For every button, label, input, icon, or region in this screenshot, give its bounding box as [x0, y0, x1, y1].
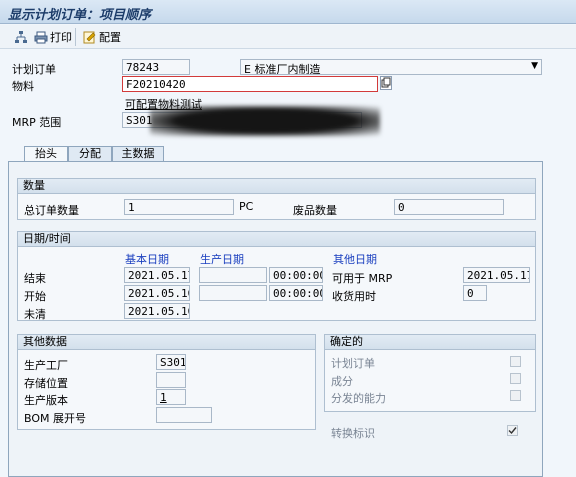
window-title: 显示计划订单：项目顺序 — [8, 8, 152, 23]
firmed-group-title: 确定的 — [325, 335, 535, 350]
production-plant-label: 生产工厂 — [24, 359, 68, 372]
multi-select-button[interactable] — [380, 76, 392, 90]
material-field[interactable]: F20210420 — [122, 76, 378, 92]
start-basic-date: 2021.05.10 — [124, 285, 190, 301]
dates-group: 日期/时间 基本日期 生产日期 其他日期 结束 2021.05.17 00:00… — [17, 231, 536, 321]
conversion-indicator-label: 转换标识 — [331, 427, 375, 440]
firmed-capacity-checkbox[interactable] — [510, 390, 521, 401]
total-quantity-field: 1 — [124, 199, 234, 215]
toolbar-separator — [75, 28, 76, 46]
procurement-type-select[interactable]: E 标准厂内制造 ▼ — [240, 59, 542, 75]
tab-assignment[interactable]: 分配 — [68, 146, 112, 162]
storage-location-label: 存储位置 — [24, 377, 68, 390]
dates-group-title: 日期/时间 — [18, 232, 535, 247]
quantity-group-title: 数量 — [18, 179, 535, 194]
config-icon — [83, 31, 97, 44]
open-label: 未清 — [24, 308, 46, 321]
scrap-quantity-field: 0 — [394, 199, 504, 215]
toolbar: 打印 配置 — [0, 25, 576, 49]
finish-production-time: 00:00:00 — [269, 267, 323, 283]
planned-order-field: 78243 — [122, 59, 190, 75]
other-data-group-title: 其他数据 — [18, 335, 315, 350]
quantity-unit: PC — [239, 200, 254, 213]
hierarchy-icon — [14, 30, 28, 44]
print-button[interactable]: 打印 — [34, 29, 72, 45]
production-dates-header: 生产日期 — [200, 253, 244, 266]
other-data-group: 其他数据 生产工厂 S301 存储位置 生产版本 1 BOM 展开号 — [17, 334, 316, 430]
quantity-group: 数量 总订单数量 1 PC 废品数量 0 — [17, 178, 536, 220]
bom-explosion-label: BOM 展开号 — [24, 412, 86, 425]
checkmark-icon — [508, 427, 517, 435]
firmed-planned-order-checkbox[interactable] — [510, 356, 521, 367]
basic-dates-header: 基本日期 — [125, 253, 169, 266]
other-dates-header: 其他日期 — [333, 253, 377, 266]
production-version-label: 生产版本 — [24, 394, 68, 407]
tab-panel: 数量 总订单数量 1 PC 废品数量 0 日期/时间 基本日期 生产日期 其他日… — [8, 161, 543, 477]
config-label: 配置 — [99, 31, 121, 44]
bom-explosion-field — [156, 407, 212, 423]
production-version-field: 1 — [156, 389, 186, 405]
finish-label: 结束 — [24, 272, 46, 285]
finish-basic-date: 2021.05.17 — [124, 267, 190, 283]
tab-master-data[interactable]: 主数据 — [112, 146, 164, 162]
gr-time-field: 0 — [463, 285, 487, 301]
production-plant-field: S301 — [156, 354, 186, 370]
planned-order-label: 计划订单 — [12, 63, 56, 76]
procurement-type-value: E 标准厂内制造 — [244, 63, 321, 75]
gr-time-label: 收货用时 — [332, 290, 376, 303]
firmed-capacity-label: 分发的能力 — [331, 392, 386, 405]
title-bar: 显示计划订单：项目顺序 — [0, 0, 576, 24]
redacted-scribble — [150, 106, 380, 136]
firmed-planned-order-label: 计划订单 — [331, 357, 375, 370]
hierarchy-button[interactable] — [14, 29, 28, 45]
config-button[interactable]: 配置 — [83, 29, 121, 45]
mrp-area-label: MRP 范围 — [12, 116, 62, 129]
firmed-components-label: 成分 — [331, 375, 353, 388]
firmed-components-checkbox[interactable] — [510, 373, 521, 384]
finish-production-date — [199, 267, 267, 283]
firmed-group: 确定的 计划订单 成分 分发的能力 — [324, 334, 536, 412]
start-production-time: 00:00:00 — [269, 285, 323, 301]
available-mrp-field: 2021.05.17 — [463, 267, 530, 283]
open-basic-date: 2021.05.10 — [124, 303, 190, 319]
printer-icon — [34, 31, 48, 44]
storage-location-field — [156, 372, 186, 388]
copy-icon — [381, 77, 391, 88]
chevron-down-icon: ▼ — [531, 61, 538, 71]
total-quantity-label: 总订单数量 — [24, 204, 79, 217]
scrap-quantity-label: 废品数量 — [293, 204, 337, 217]
material-label: 物料 — [12, 80, 34, 93]
start-label: 开始 — [24, 290, 46, 303]
conversion-indicator-checkbox[interactable] — [507, 425, 518, 436]
print-label: 打印 — [50, 31, 72, 44]
start-production-date — [199, 285, 267, 301]
available-mrp-label: 可用于 MRP — [332, 272, 393, 285]
